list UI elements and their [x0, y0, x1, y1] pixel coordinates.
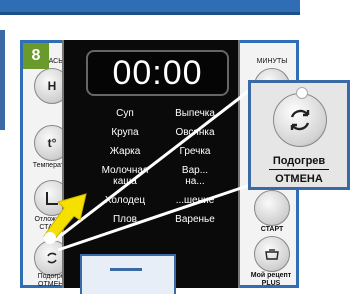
zoom-label-cancel: ОТМЕНА [275, 173, 323, 185]
reheat-arrows-icon [290, 109, 310, 131]
bottom-tab [80, 254, 176, 294]
bottom-tab-bar [110, 268, 142, 271]
indicator-dot [296, 87, 308, 99]
indicator-dot [44, 232, 56, 244]
zoom-callout: Подогрев ОТМЕНА [248, 80, 350, 190]
step-badge: 8 [23, 43, 49, 69]
zoom-label-reheat: Подогрев [272, 155, 326, 167]
zoomed-reheat-button [273, 93, 327, 147]
zoom-divider [269, 169, 329, 170]
